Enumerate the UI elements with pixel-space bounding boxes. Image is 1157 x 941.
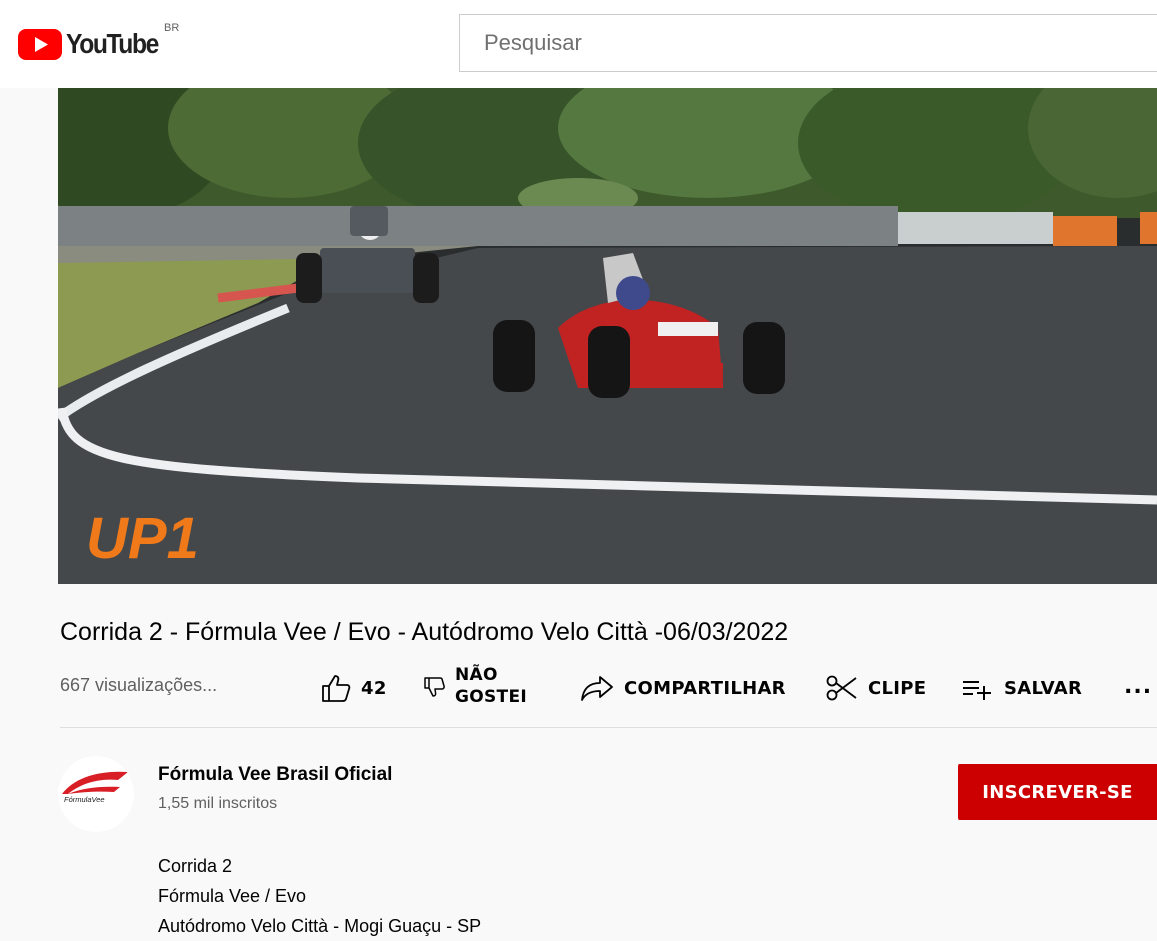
description-line: Fórmula Vee / Evo	[158, 886, 307, 906]
channel-logo: FórmulaVee	[62, 771, 128, 804]
video-title: Corrida 2 - Fórmula Vee / Evo - Autódrom…	[60, 618, 789, 646]
clip-icon	[826, 675, 857, 701]
youtube-logo-icon	[18, 28, 62, 60]
share-button[interactable]: COMPARTILHAR	[580, 674, 786, 702]
video-description: Corrida 2 Fórmula Vee / Evo Autódromo Ve…	[158, 851, 481, 941]
subscriber-count: 1,55 mil inscritos	[158, 795, 278, 812]
country-code: BR	[164, 22, 180, 34]
channel-logo-text: FórmulaVee	[64, 795, 105, 804]
more-actions-button[interactable]: ...	[1124, 674, 1152, 699]
dislike-label-line1: NÃO	[455, 665, 498, 685]
player-watermark: UP1	[86, 506, 199, 571]
save-playlist-icon	[963, 681, 991, 700]
subscribe-button[interactable]: INSCREVER-SE	[958, 764, 1157, 820]
more-icon: ...	[1124, 674, 1153, 699]
save-label: SALVAR	[1004, 677, 1083, 699]
channel-name[interactable]: Fórmula Vee Brasil Oficial	[158, 764, 392, 786]
clip-label: CLIPE	[868, 677, 927, 699]
description-line: Corrida 2	[158, 856, 233, 876]
clip-button[interactable]: CLIPE	[826, 674, 926, 702]
like-button[interactable]: 42	[321, 674, 387, 702]
dislike-icon	[424, 677, 445, 697]
save-button[interactable]: SALVAR	[962, 674, 1082, 702]
dislike-label: NÃO GOSTEI	[455, 664, 527, 708]
video-player[interactable]: UP1	[58, 88, 1157, 584]
share-label: COMPARTILHAR	[624, 677, 786, 699]
search-input[interactable]	[482, 29, 1156, 57]
share-icon	[581, 676, 613, 701]
description-line: Autódromo Velo Città - Mogi Guaçu - SP	[158, 916, 482, 936]
channel-avatar[interactable]: FórmulaVee	[58, 756, 134, 832]
like-count: 42	[361, 677, 387, 699]
divider	[60, 727, 1157, 728]
dislike-button[interactable]: NÃO GOSTEI	[423, 664, 527, 708]
logo-wordmark: YouTube	[66, 28, 159, 59]
like-icon	[322, 675, 351, 702]
view-count[interactable]: 667 visualizações...	[60, 675, 217, 696]
masthead: YouTube BR	[0, 0, 1157, 88]
youtube-logo[interactable]: YouTube	[18, 28, 170, 60]
dislike-label-line2: GOSTEI	[455, 687, 527, 707]
search-box[interactable]	[459, 14, 1157, 72]
video-frame: UP1	[58, 88, 1157, 584]
